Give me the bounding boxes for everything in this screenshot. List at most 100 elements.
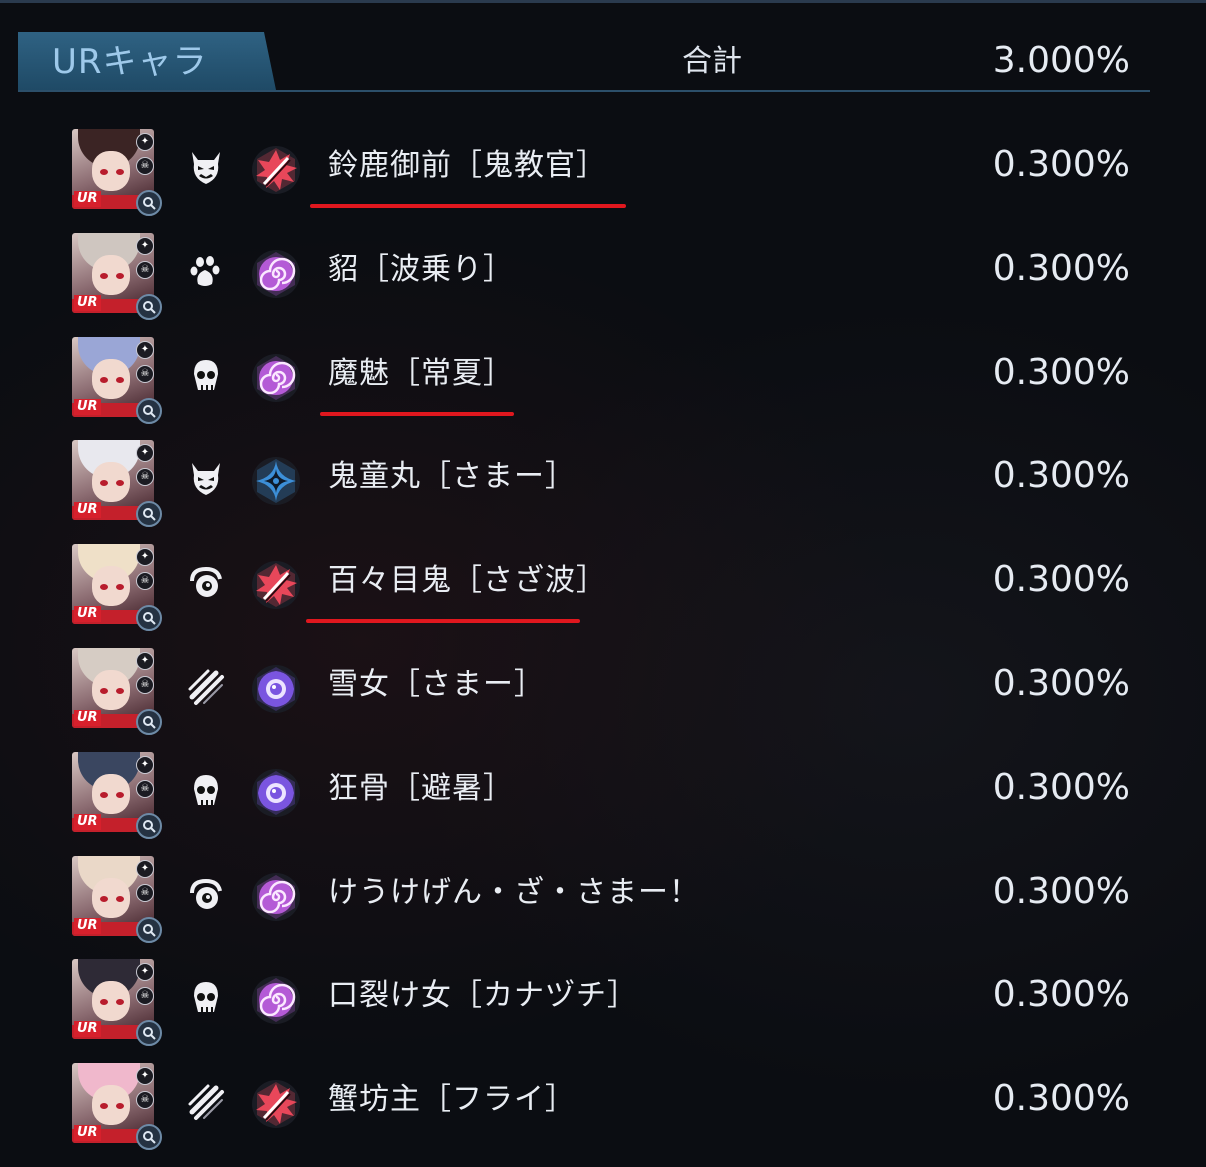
character-rate: 0.300% [992,663,1130,704]
swirl-eye-icon [186,875,226,915]
character-rate: 0.300% [992,455,1130,496]
element-badge-icon: ☠ [136,468,154,486]
portrait-face [92,359,130,399]
character-row: ✦ ☠ UR 雪女［さまー］ 0.300% [0,631,1206,735]
portrait-eye [116,792,124,798]
spiral-icon [250,352,302,404]
rate-header: URキャラ 合計 3.000% [18,32,1150,92]
name-underline-mark [306,619,580,623]
character-row: ✦ ☠ UR けうけげん・ざ・さまー！ 0.300% [0,839,1206,943]
portrait-face [92,774,130,814]
slash-burst-icon [250,144,302,196]
character-rate: 0.300% [992,974,1130,1015]
role-badge-icon: ✦ [136,548,154,566]
header-divider [18,90,1150,92]
magnifier-icon[interactable] [136,398,162,424]
ur-rarity-badge: UR [74,1021,101,1037]
portrait-side-badges: ✦ ☠ [136,341,154,389]
portrait-eye [100,273,108,279]
role-badge-icon: ✦ [136,133,154,151]
element-badge-icon: ☠ [136,365,154,383]
character-rate: 0.300% [992,248,1130,289]
ur-category-label: URキャラ [52,42,208,82]
element-badge-icon: ☠ [136,884,154,902]
element-badge-icon: ☠ [136,1091,154,1109]
portrait-side-badges: ✦ ☠ [136,756,154,804]
slash-burst-icon [250,1078,302,1130]
ur-rarity-badge: UR [74,295,101,311]
element-badge-icon: ☠ [136,676,154,694]
portrait-eye [116,377,124,383]
magnifier-icon[interactable] [136,1020,162,1046]
character-name: 貂［波乗り］ [328,252,514,287]
oni-mask-icon [186,148,226,188]
character-name: 口裂け女［カナヅチ］ [328,978,638,1013]
spiral-icon [250,974,302,1026]
skull-icon [186,978,226,1018]
eye-orb-icon [250,663,302,715]
ur-rarity-badge: UR [74,191,101,207]
spiral-icon [250,248,302,300]
portrait-eye [100,896,108,902]
top-border [0,0,1206,3]
magnifier-icon[interactable] [136,605,162,631]
portrait-side-badges: ✦ ☠ [136,237,154,285]
portrait-eye [100,1103,108,1109]
portrait-face [92,255,130,295]
element-badge-icon: ☠ [136,780,154,798]
ur-rarity-badge: UR [74,1125,101,1141]
portrait-face [92,670,130,710]
magnifier-icon[interactable] [136,501,162,527]
element-badge-icon: ☠ [136,987,154,1005]
portrait-eye [100,377,108,383]
role-badge-icon: ✦ [136,963,154,981]
portrait-face [92,462,130,502]
character-name: けうけげん・ざ・さまー！ [328,875,700,910]
total-label: 合計 [682,44,742,79]
slash-burst-icon [250,559,302,611]
portrait-eye [100,480,108,486]
portrait-eye [116,273,124,279]
portrait-eye [100,688,108,694]
character-row: ✦ ☠ UR 貂［波乗り］ 0.300% [0,216,1206,320]
ur-rarity-badge: UR [74,710,101,726]
character-name: 魔魅［常夏］ [328,356,514,391]
paw-icon [186,252,226,292]
portrait-face [92,878,130,918]
portrait-side-badges: ✦ ☠ [136,133,154,181]
role-badge-icon: ✦ [136,652,154,670]
role-badge-icon: ✦ [136,341,154,359]
ur-rarity-badge: UR [74,399,101,415]
character-row: ✦ ☠ UR 狂骨［避暑］ 0.300% [0,735,1206,839]
magnifier-icon[interactable] [136,917,162,943]
character-name: 鈴鹿御前［鬼教官］ [328,148,607,183]
oni-mask-icon [186,459,226,499]
magnifier-icon[interactable] [136,294,162,320]
skull-icon [186,771,226,811]
magnifier-icon[interactable] [136,190,162,216]
character-row: ✦ ☠ UR 百々目鬼［さざ波］ 0.300% [0,527,1206,631]
character-rate: 0.300% [992,1078,1130,1119]
magnifier-icon[interactable] [136,813,162,839]
portrait-eye [116,169,124,175]
character-row: ✦ ☠ UR 鈴鹿御前［鬼教官］ 0.300% [0,112,1206,216]
character-rate: 0.300% [992,352,1130,393]
portrait-side-badges: ✦ ☠ [136,652,154,700]
portrait-eye [116,480,124,486]
portrait-side-badges: ✦ ☠ [136,444,154,492]
magnifier-icon[interactable] [136,1124,162,1150]
role-badge-icon: ✦ [136,1067,154,1085]
portrait-eye [116,1103,124,1109]
portrait-eye [116,688,124,694]
claw-marks-icon [186,1082,226,1122]
role-badge-icon: ✦ [136,237,154,255]
character-name: 蟹坊主［フライ］ [328,1082,576,1117]
gacha-rate-screen: URキャラ 合計 3.000% ✦ ☠ UR 鈴鹿御前［鬼教官］ 0.300% ✦ ☠ UR 貂… [0,0,1206,1167]
spiral-icon [250,871,302,923]
portrait-face [92,981,130,1021]
shuriken-icon [250,455,302,507]
ur-rarity-badge: UR [74,918,101,934]
character-rate: 0.300% [992,767,1130,808]
character-row: ✦ ☠ UR 蟹坊主［フライ］ 0.300% [0,1046,1206,1150]
magnifier-icon[interactable] [136,709,162,735]
